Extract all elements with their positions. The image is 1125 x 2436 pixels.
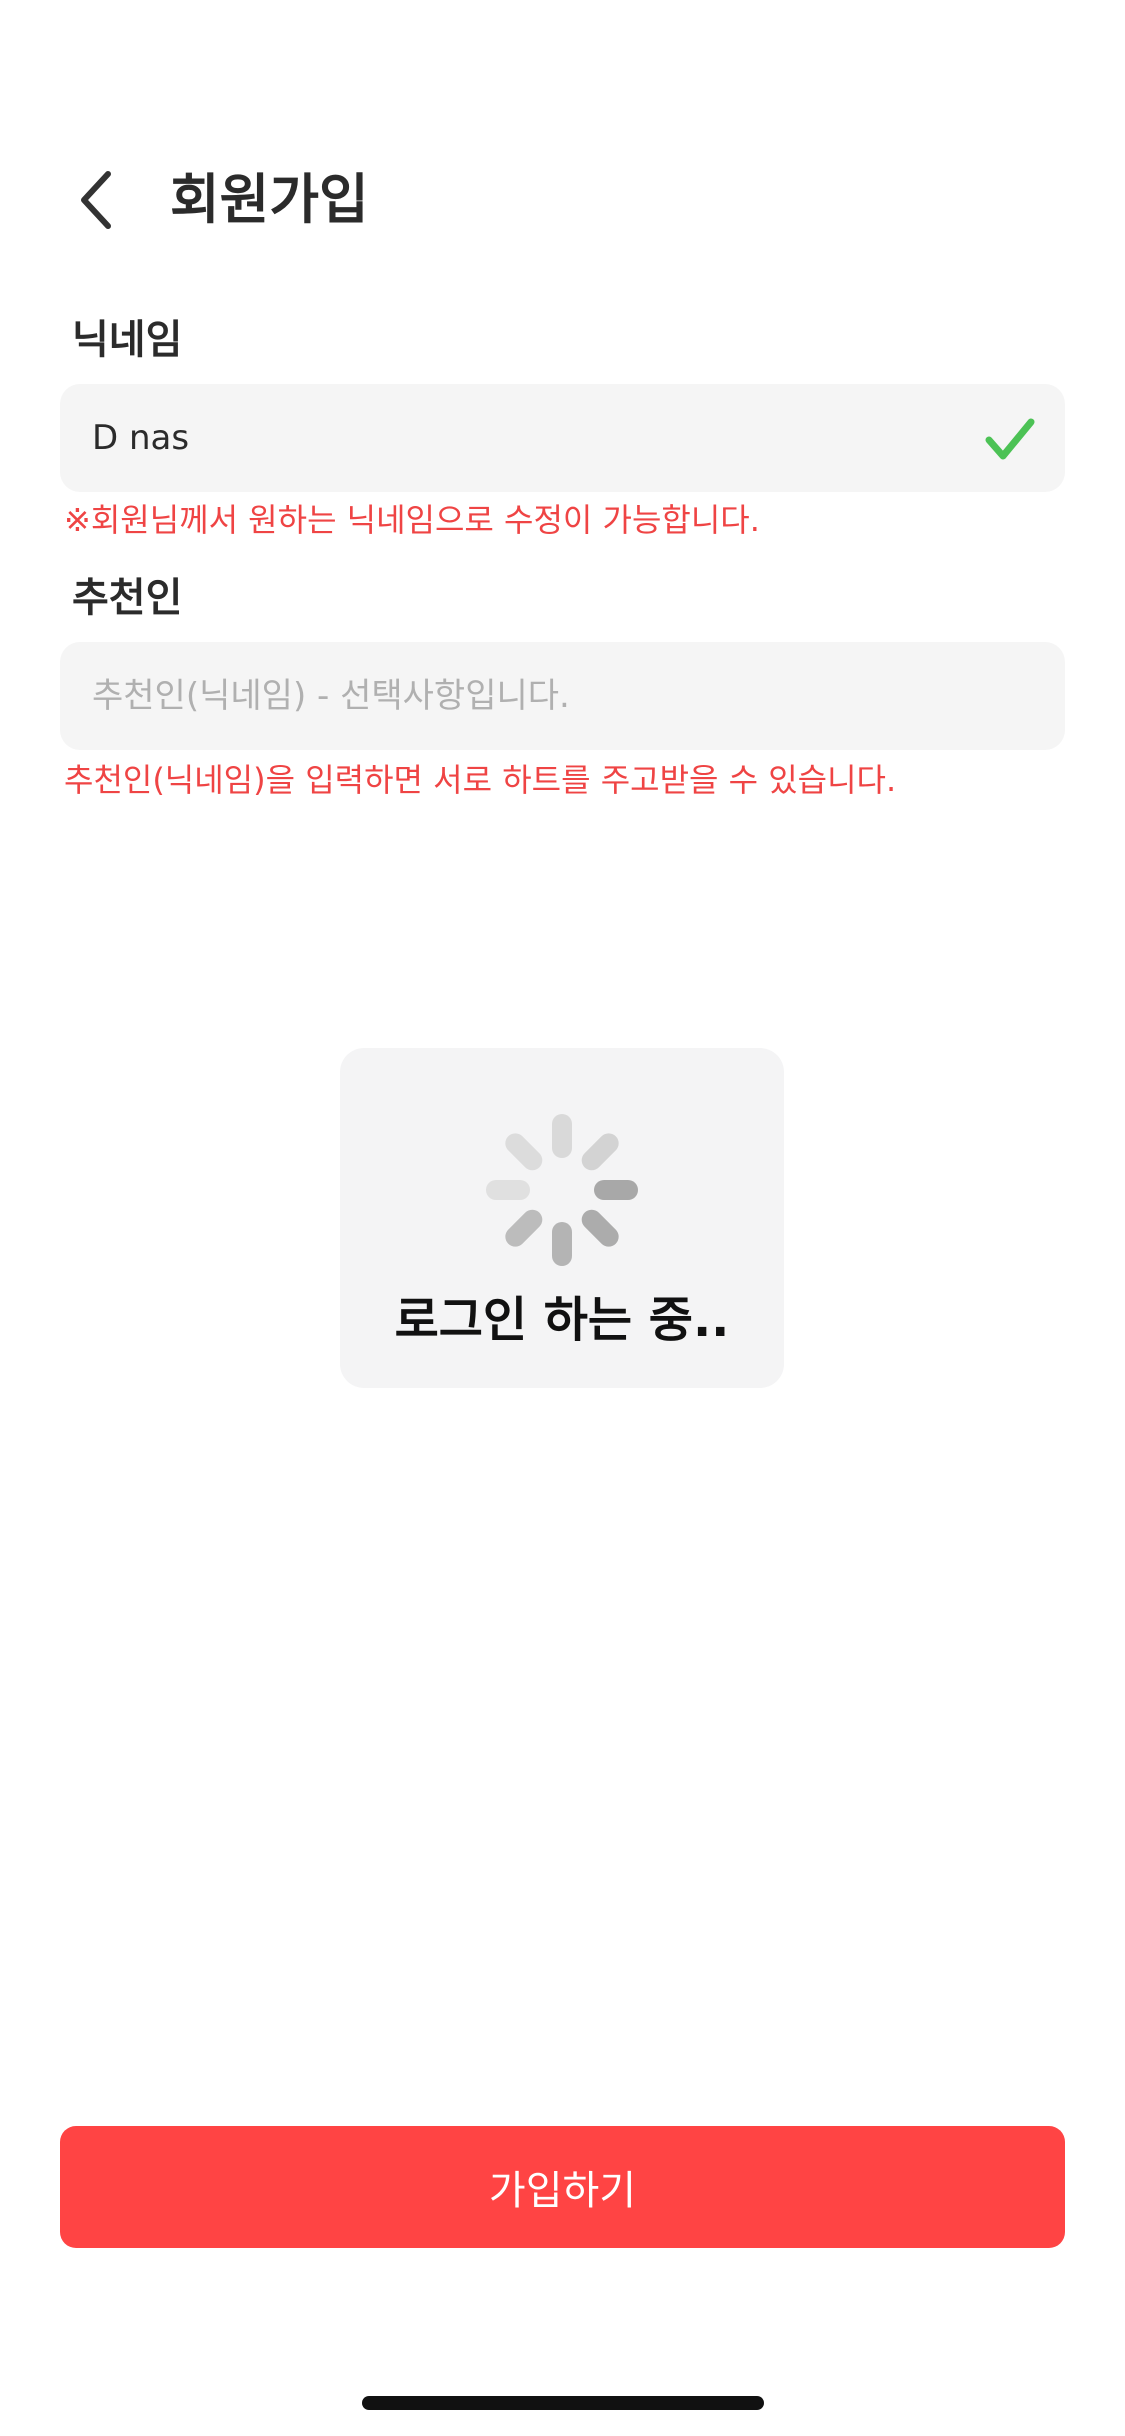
- home-indicator[interactable]: [362, 2396, 764, 2410]
- nickname-field[interactable]: [60, 384, 1065, 492]
- chevron-left-icon: [81, 171, 111, 229]
- loading-text: 로그인 하는 중..: [394, 1292, 730, 1348]
- loading-overlay: 로그인 하는 중..: [340, 1048, 784, 1388]
- back-button[interactable]: [50, 150, 150, 250]
- nickname-hint: ※회원님께서 원하는 닉네임으로 수정이 가능합니다.: [64, 501, 760, 539]
- referrer-hint: 추천인(닉네임)을 입력하면 서로 하트를 주고받을 수 있습니다.: [64, 761, 897, 799]
- nickname-label: 닉네임: [72, 317, 183, 363]
- spinner-icon: [486, 1114, 638, 1266]
- check-icon: [985, 418, 1035, 460]
- referrer-label: 추천인: [72, 575, 183, 621]
- header: 회원가입: [0, 150, 1125, 250]
- page-title: 회원가입: [170, 168, 369, 231]
- referrer-input[interactable]: [90, 675, 1035, 717]
- signup-button[interactable]: 가입하기: [60, 2126, 1065, 2248]
- nickname-input[interactable]: [90, 417, 1035, 459]
- referrer-field[interactable]: [60, 642, 1065, 750]
